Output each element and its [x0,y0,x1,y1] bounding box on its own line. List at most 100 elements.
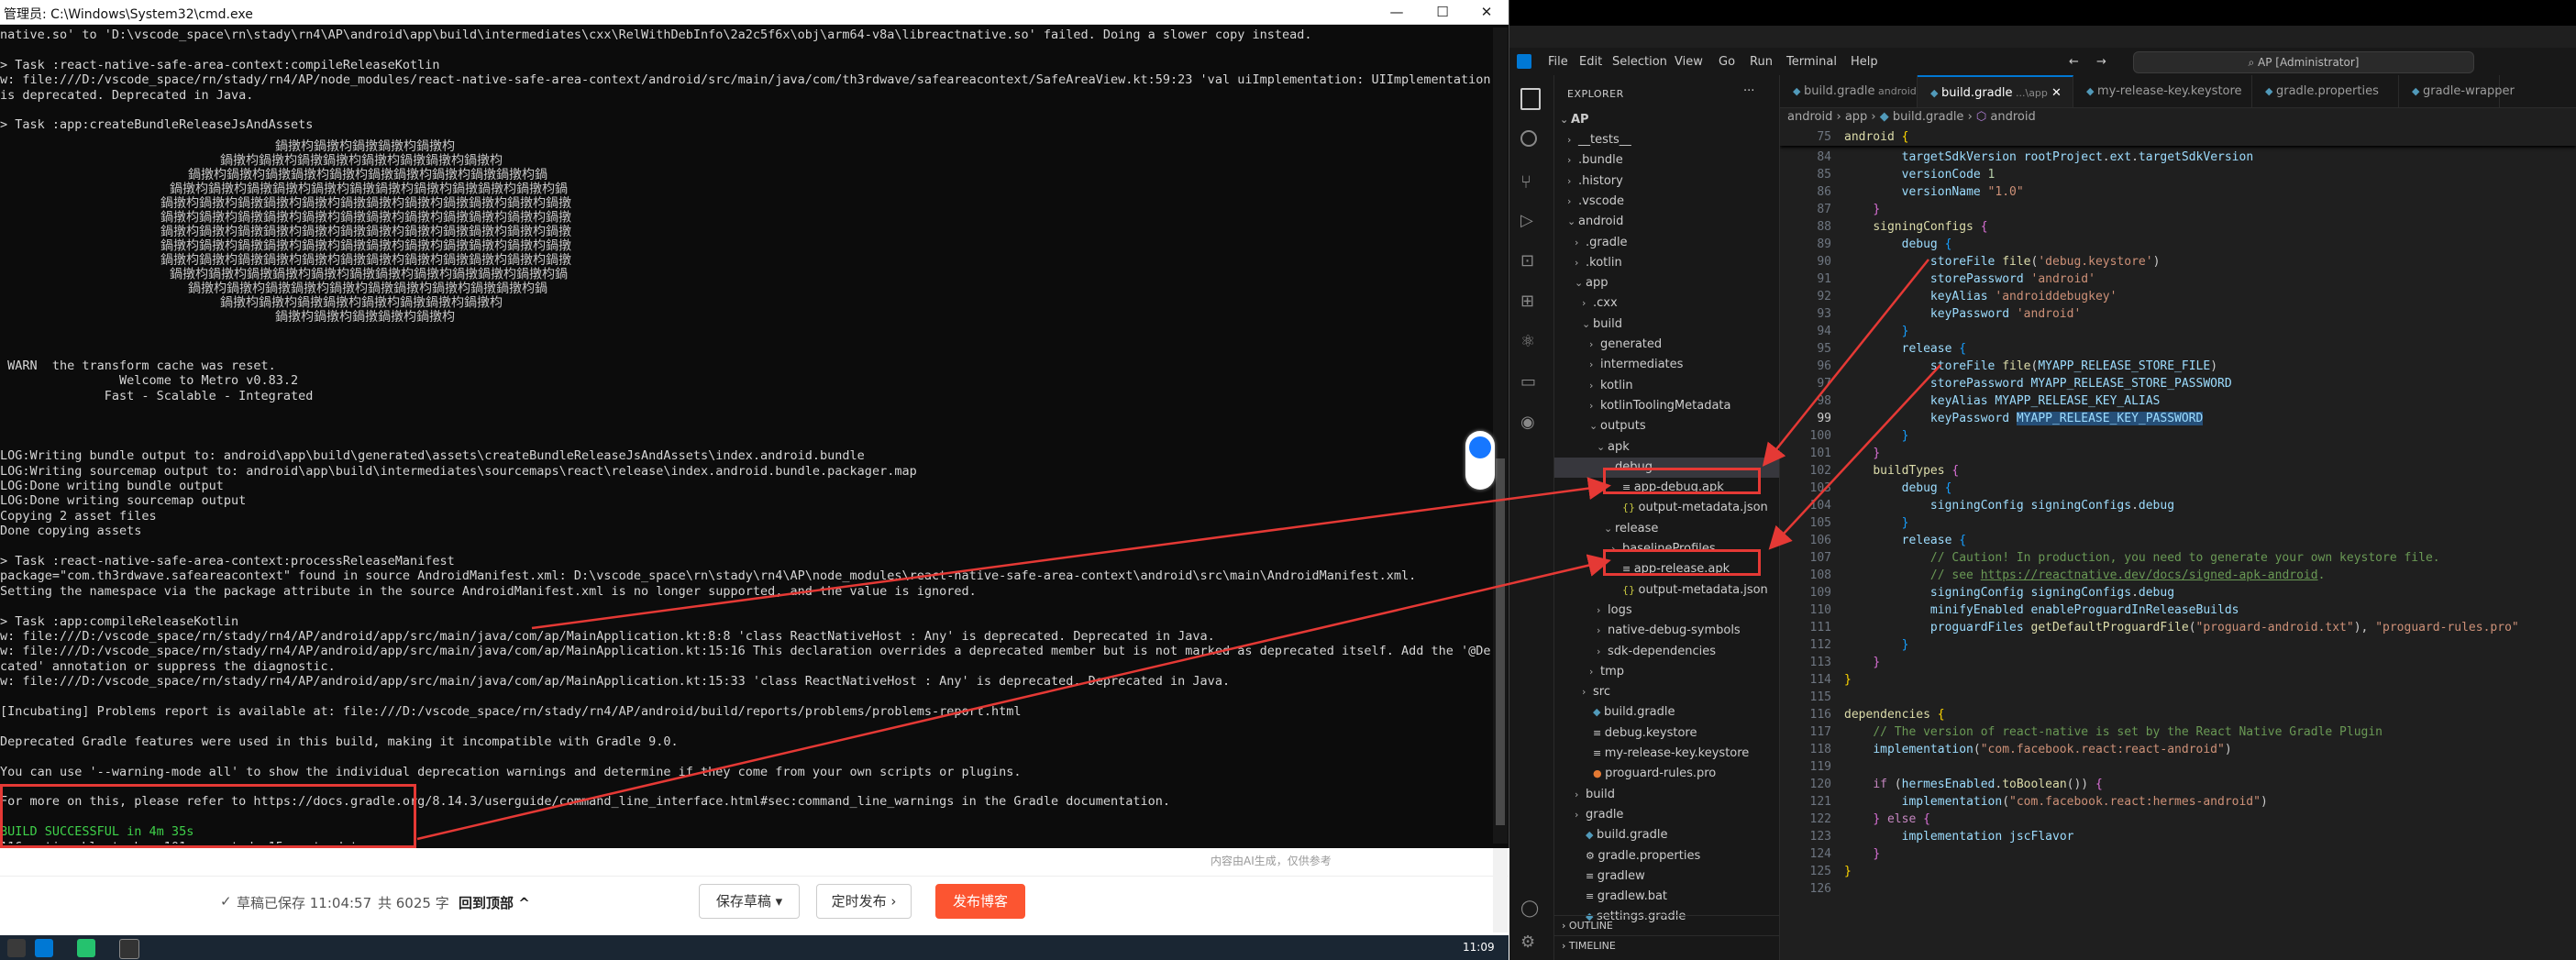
react-native-icon[interactable]: ⚛ [1520,332,1542,354]
github-icon[interactable]: ◉ [1520,413,1542,435]
code-line[interactable]: keyAlias 'androiddebugkey' [1844,288,2117,305]
code-line[interactable]: } [1844,427,1909,445]
tree-item-proguard-rules-pro[interactable]: ● proguard-rules.pro [1554,764,1779,784]
close-icon[interactable]: ✕ [1465,0,1508,24]
account-icon[interactable]: ◯ [1520,899,1542,921]
code-line[interactable]: keyAlias MYAPP_RELEASE_KEY_ALIAS [1844,392,2160,410]
back-to-top-link[interactable]: 回到顶部 ^ [459,893,530,912]
editor-tab[interactable]: ◆ gradle.properties [2252,75,2399,107]
code-line[interactable]: release { [1844,532,1966,549]
remote-explorer-icon[interactable]: ⊡ [1520,251,1542,273]
code-line[interactable]: } [1844,863,1852,880]
close-tab-icon[interactable]: ✕ [2048,86,2062,100]
back-arrow-icon[interactable]: ← [2069,55,2079,69]
menu-selection[interactable]: Selection [1612,55,1667,69]
tree-item--history[interactable]: › .history [1554,171,1779,192]
editor-tab[interactable]: ◆ build.gradle ...\app ✕ [1918,75,2073,107]
code-line[interactable]: buildTypes { [1844,462,1959,480]
tree-item-output-metadata-json[interactable]: {} output-metadata.json [1554,580,1779,601]
minimize-icon[interactable]: — [1376,0,1418,24]
code-line[interactable]: } [1844,636,1909,654]
start-icon[interactable] [7,939,26,957]
tree-item--tests-[interactable]: › __tests__ [1554,130,1779,150]
tree-item-apk[interactable]: ⌄ apk [1554,437,1779,458]
tree-item-output-metadata-json[interactable]: {} output-metadata.json [1554,498,1779,518]
code-line[interactable]: debug { [1844,480,1952,497]
tree-item-android[interactable]: ⌄ android [1554,212,1779,232]
tree-item-build-gradle[interactable]: ◆ build.gradle [1554,825,1779,845]
run-debug-icon[interactable]: ▷ [1520,211,1542,233]
tree-item-release[interactable]: ⌄ release [1554,519,1779,539]
code-line[interactable]: debug { [1844,236,1952,253]
editor-tab[interactable]: ◆ my-release-key.keystore [2073,75,2252,107]
breadcrumb-android[interactable]: android [1787,110,1832,124]
code-line[interactable]: proguardFiles getDefaultProguardFile("pr… [1844,619,2519,636]
more-actions-icon[interactable]: ··· [1743,84,1754,98]
forward-arrow-icon[interactable]: → [2096,55,2106,69]
code-line[interactable]: keyPassword 'android' [1844,305,2081,323]
save-draft-button[interactable]: 保存草稿 ▾ [699,884,800,919]
code-line[interactable]: keyPassword MYAPP_RELEASE_KEY_PASSWORD [1844,410,2204,427]
sticky-scroll-line[interactable]: 75 android { [1780,128,2576,146]
breadcrumb-symbol[interactable]: android [1990,110,2035,124]
timeline-panel[interactable]: › TIMELINE [1554,935,1779,956]
code-line[interactable]: signingConfigs { [1844,218,1987,236]
code-line[interactable]: // The version of react-native is set by… [1844,723,2383,741]
menu-file[interactable]: File [1548,55,1568,69]
tree-item-sdk-dependencies[interactable]: › sdk-dependencies [1554,642,1779,662]
code-line[interactable]: minifyEnabled enableProguardInReleaseBui… [1844,601,2239,619]
vscode-taskbar-icon[interactable] [35,939,53,957]
tree-item-build[interactable]: › build [1554,785,1779,805]
tree-item-my-release-key-keystore[interactable]: ≡ my-release-key.keystore [1554,744,1779,764]
menu-help[interactable]: Help [1851,55,1878,69]
tree-root[interactable]: ⌄ AP [1554,110,1779,130]
menu-go[interactable]: Go [1719,55,1735,69]
code-line[interactable]: // see https://reactnative.dev/docs/sign… [1844,567,2325,584]
wechat-taskbar-icon[interactable] [77,939,95,957]
tree-item-gradle-properties[interactable]: ⚙ gradle.properties [1554,846,1779,866]
extensions-icon[interactable]: ⊞ [1520,292,1542,314]
menu-terminal[interactable]: Terminal [1786,55,1837,69]
code-line[interactable]: signingConfig signingConfigs.debug [1844,584,2174,601]
maximize-icon[interactable]: ☐ [1421,0,1464,24]
source-control-icon[interactable]: ⑂ [1520,171,1542,193]
code-editor[interactable]: 75 android {84 targetSdkVersion rootProje… [1780,128,2576,960]
tree-item-debug-keystore[interactable]: ≡ debug.keystore [1554,723,1779,744]
folder-icon[interactable]: ▭ [1520,372,1542,394]
tree-item-build-gradle[interactable]: ◆ build.gradle [1554,702,1779,723]
code-line[interactable]: versionCode 1 [1844,166,1996,183]
terminal-taskbar-icon[interactable] [119,939,139,959]
code-line[interactable]: storeFile file('debug.keystore') [1844,253,2160,270]
publish-blog-button[interactable]: 发布博客 [935,884,1025,919]
editor-tab[interactable]: ◆ gradle-wrapper [2399,75,2515,107]
code-line[interactable]: storeFile file(MYAPP_RELEASE_STORE_FILE) [1844,358,2217,375]
schedule-publish-button[interactable]: 定时发布 › [816,884,912,919]
code-line[interactable]: implementation("com.facebook.react:herme… [1844,793,2268,811]
code-line[interactable]: } [1844,671,1852,689]
code-line[interactable]: } [1844,445,1880,462]
tree-item-native-debug-symbols[interactable]: › native-debug-symbols [1554,621,1779,641]
cmd-scrollbar[interactable] [1493,28,1508,844]
code-line[interactable]: } [1844,323,1909,340]
tree-item--bundle[interactable]: › .bundle [1554,150,1779,171]
code-line[interactable]: implementation jscFlavor [1844,828,2074,845]
code-line[interactable]: // Caution! In production, you need to g… [1844,549,2440,567]
tree-item-outputs[interactable]: ⌄ outputs [1554,416,1779,436]
code-line[interactable]: } [1844,514,1909,532]
tree-item-intermediates[interactable]: › intermediates [1554,355,1779,375]
code-line[interactable]: storePassword 'android' [1844,270,2095,288]
breadcrumb-file[interactable]: build.gradle [1893,110,1964,124]
command-center[interactable]: ⌕ AP [Administrator] [2133,51,2474,73]
code-line[interactable]: implementation("com.facebook.react:react… [1844,741,2231,758]
tree-item--vscode[interactable]: › .vscode [1554,192,1779,212]
settings-gear-icon[interactable]: ⚙ [1520,932,1542,954]
tree-item--kotlin[interactable]: › .kotlin [1554,253,1779,273]
code-line[interactable]: release { [1844,340,1966,358]
tree-item-app[interactable]: ⌄ app [1554,273,1779,293]
tree-item-kotlin[interactable]: › kotlin [1554,376,1779,396]
tree-item-gradlew[interactable]: ≡ gradlew [1554,866,1779,887]
browser-scrollbar[interactable] [1493,848,1508,932]
tree-item-logs[interactable]: › logs [1554,601,1779,621]
code-line[interactable]: storePassword MYAPP_RELEASE_STORE_PASSWO… [1844,375,2232,392]
tree-item-kotlintoolingmetadata[interactable]: › kotlinToolingMetadata [1554,396,1779,416]
